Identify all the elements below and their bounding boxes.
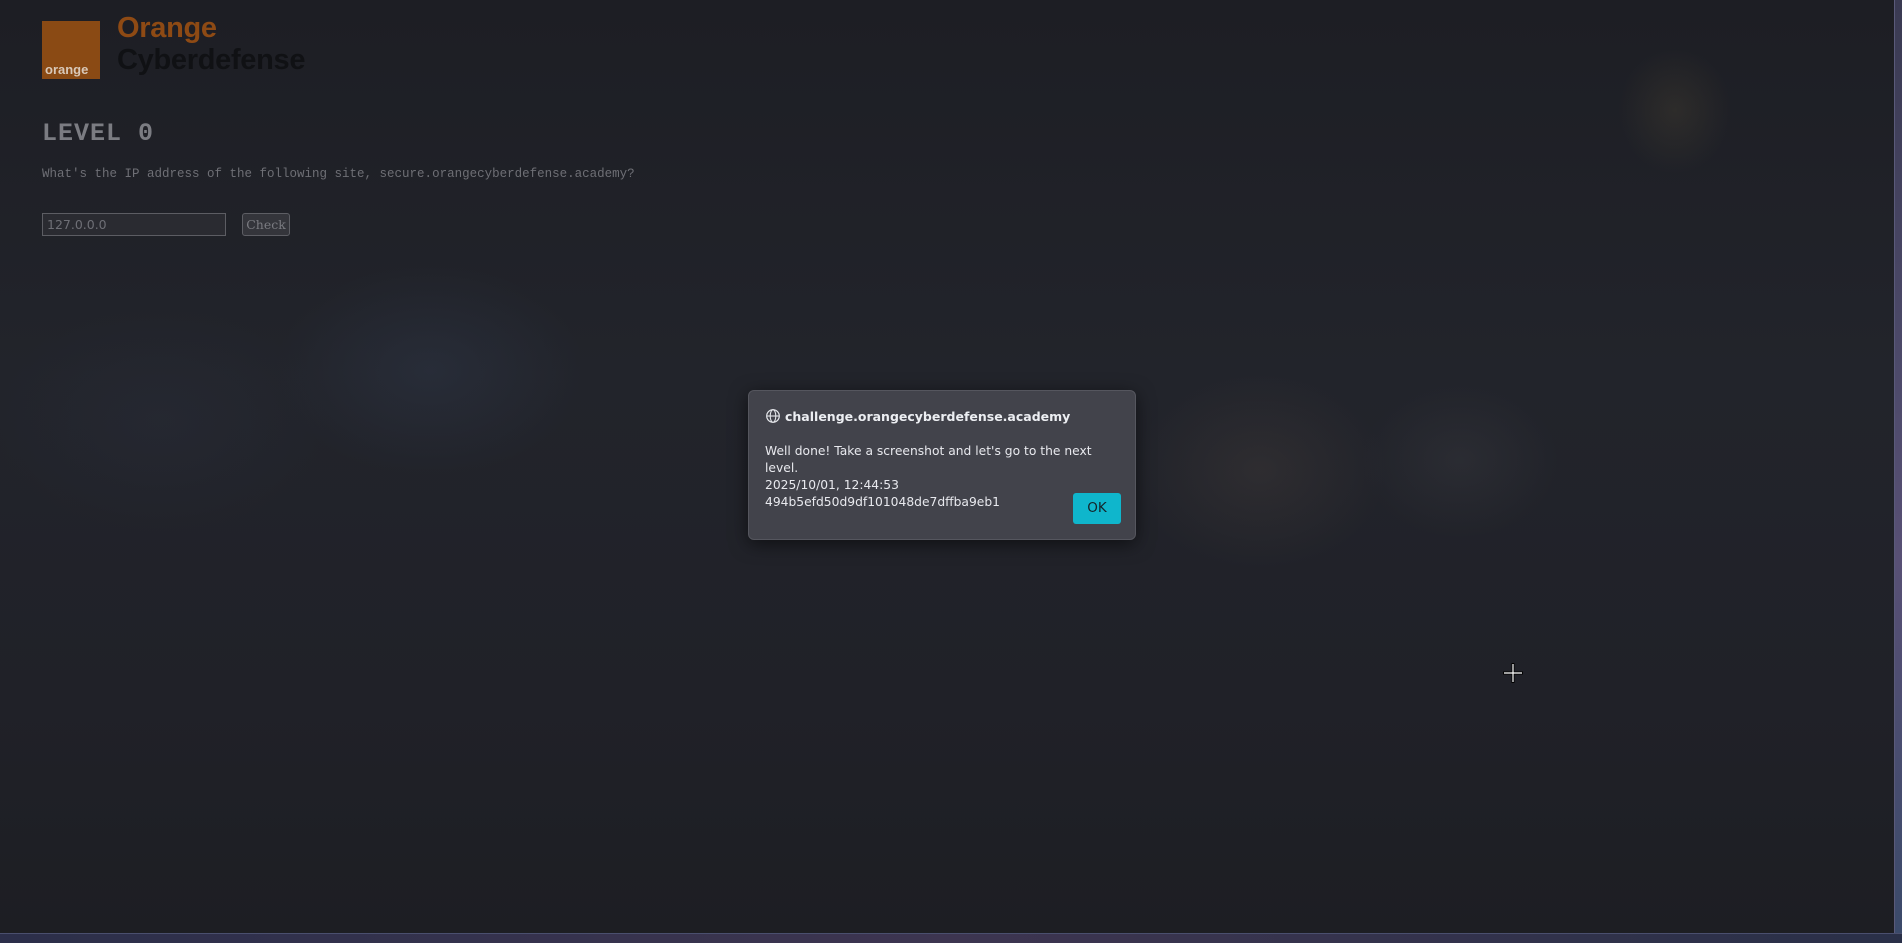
question-text: What's the IP address of the following s… xyxy=(42,167,635,181)
globe-icon xyxy=(765,408,781,424)
page-backdrop: orange Orange Cyberdefense LEVEL 0 What'… xyxy=(0,0,1894,933)
check-button[interactable]: Check xyxy=(242,213,290,236)
dialog-header: challenge.orangecyberdefense.academy xyxy=(765,407,1070,425)
logo-word-cyberdefense: Cyberdefense xyxy=(117,44,306,76)
logo-word-orange: Orange xyxy=(117,12,217,44)
answer-input[interactable]: 127.0.0.0 xyxy=(42,213,226,236)
dialog-message: Well done! Take a screenshot and let's g… xyxy=(765,444,1092,509)
window-right-edge xyxy=(1894,0,1902,933)
crosshair-move-cursor-icon xyxy=(1502,662,1524,684)
window-bottom-edge xyxy=(0,933,1902,943)
alert-dialog: challenge.orangecyberdefense.academy Wel… xyxy=(748,390,1136,540)
logo-box-text: orange xyxy=(45,62,89,77)
dialog-origin: challenge.orangecyberdefense.academy xyxy=(785,408,1071,424)
level-title: LEVEL 0 xyxy=(42,119,155,148)
orange-logo-box: orange xyxy=(42,21,100,79)
ok-button[interactable]: OK xyxy=(1073,493,1121,524)
